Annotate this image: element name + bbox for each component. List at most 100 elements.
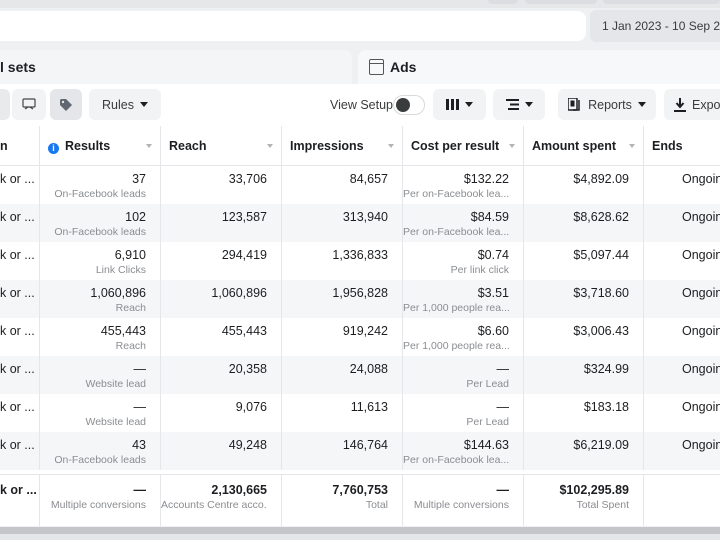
column-header-impressions[interactable]: Impressions (282, 126, 403, 166)
totals-spent-cell: $102,295.89 Total Spent (524, 475, 644, 526)
name-value[interactable]: k or ... (0, 248, 39, 262)
name-value[interactable]: k or ... (0, 324, 39, 338)
tab-ad-sets[interactable]: l sets (0, 50, 352, 84)
table-row[interactable]: k or ... — Website lead 20,358 24,088 — Per Le… (0, 356, 720, 394)
search-input[interactable] (0, 11, 586, 41)
cpr-value: $144.63 (463, 438, 509, 452)
cell-impressions: 24,088 (282, 356, 403, 394)
breakdown-button[interactable] (493, 89, 545, 120)
results-value: — (133, 362, 147, 376)
cell-name: k or ... (0, 166, 40, 204)
impressions-value: 1,956,828 (332, 286, 388, 300)
reach-value: 9,076 (235, 400, 267, 414)
tag-icon (60, 98, 72, 111)
cell-ends: Ongoin (644, 280, 720, 318)
cell-ends: Ongoin (644, 356, 720, 394)
cell-ends: Ongoin (644, 432, 720, 470)
cell-ends: Ongoin (644, 318, 720, 356)
chevron-down-icon (637, 102, 646, 107)
name-value[interactable]: k or ... (0, 210, 39, 224)
results-sub: Reach (115, 340, 146, 352)
sort-caret-icon[interactable] (629, 144, 635, 148)
info-icon[interactable]: i (48, 143, 59, 154)
chevron-down-icon (139, 102, 148, 107)
cpr-value: $3.51 (477, 286, 509, 300)
cell-reach: 1,060,896 (161, 280, 282, 318)
results-sub: On-Facebook leads (54, 454, 146, 466)
cell-spent: $5,097.44 (524, 242, 644, 280)
cpr-value: — (496, 400, 510, 414)
cell-spent: $183.18 (524, 394, 644, 432)
spent-value: $3,718.60 (573, 286, 629, 300)
table-row[interactable]: k or ... 37 On-Facebook leads 33,706 84,657 $… (0, 166, 720, 204)
name-value[interactable]: k or ... (0, 286, 39, 300)
cpr-sub: Per link click (450, 264, 509, 276)
impressions-value: 919,242 (342, 324, 388, 338)
horizontal-scrollbar[interactable] (0, 527, 720, 534)
totals-cpr: — (496, 483, 510, 497)
reach-value: 1,060,896 (211, 286, 267, 300)
spent-value: $5,097.44 (573, 248, 629, 262)
totals-spent-sub: Total Spent (576, 499, 629, 511)
sort-caret-icon[interactable] (267, 144, 273, 148)
name-value[interactable]: k or ... (0, 362, 39, 376)
view-setup-label: View Setup (330, 98, 394, 112)
sort-caret-icon[interactable] (509, 144, 515, 148)
columns-icon (446, 99, 459, 110)
rules-button[interactable]: Rules (89, 89, 161, 120)
cpr-sub: Per on-Facebook lea... (403, 188, 509, 200)
table-row[interactable]: k or ... 6,910 Link Clicks 294,419 1,336,833… (0, 242, 720, 280)
table-row[interactable]: k or ... — Website lead 9,076 11,613 — Per Lea… (0, 394, 720, 432)
view-setup-toggle[interactable] (393, 95, 425, 115)
sort-caret-icon[interactable] (146, 144, 152, 148)
cell-results: 1,060,896 Reach (40, 280, 161, 318)
results-sub: Link Clicks (95, 264, 146, 276)
results-value: 455,443 (100, 324, 146, 338)
tab-ads[interactable]: Ads (358, 50, 720, 84)
column-header-amount-spent[interactable]: Amount spent (524, 126, 644, 166)
table-row[interactable]: k or ... 43 On-Facebook leads 49,248 146,764… (0, 432, 720, 470)
table-row[interactable]: k or ... 455,443 Reach 455,443 919,242 $6.60 P… (0, 318, 720, 356)
cell-reach: 294,419 (161, 242, 282, 280)
name-value[interactable]: k or ... (0, 400, 39, 414)
columns-button[interactable] (433, 89, 486, 120)
export-button[interactable]: Expo (664, 89, 720, 120)
reach-value: 455,443 (221, 324, 267, 338)
date-range-button[interactable]: 1 Jan 2023 - 10 Sep 20 (590, 10, 720, 42)
ab-test-button[interactable] (12, 89, 46, 120)
spent-value: $4,892.09 (573, 172, 629, 186)
toolbar-button-partial[interactable] (0, 89, 10, 120)
reports-icon (568, 98, 580, 111)
spent-value: $183.18 (583, 400, 629, 414)
download-icon (674, 97, 686, 112)
tags-button[interactable] (50, 89, 82, 120)
spent-value: $3,006.43 (573, 324, 629, 338)
top-strip (0, 0, 720, 8)
reach-value: 294,419 (221, 248, 267, 262)
table-row[interactable]: k or ... 1,060,896 Reach 1,060,896 1,956,828… (0, 280, 720, 318)
name-value[interactable]: k or ... (0, 172, 39, 186)
totals-reach-cell: 2,130,665 Accounts Centre acco... (161, 475, 282, 526)
sort-caret-icon[interactable] (388, 144, 394, 148)
cell-results: — Website lead (40, 394, 161, 432)
name-value[interactable]: k or ... (0, 438, 39, 452)
column-header-name[interactable]: n (0, 126, 40, 166)
table-row[interactable]: k or ... 102 On-Facebook leads 123,587 313,9… (0, 204, 720, 242)
results-sub: On-Facebook leads (54, 226, 146, 238)
column-header-label: Ends (652, 139, 683, 153)
cell-name: k or ... (0, 242, 40, 280)
column-header-cost-per-result[interactable]: Cost per result (403, 126, 524, 166)
cell-cpr: — Per Lead (403, 356, 524, 394)
results-value: 1,060,896 (90, 286, 146, 300)
cell-spent: $3,006.43 (524, 318, 644, 356)
ends-value: Ongoin (682, 324, 720, 338)
reports-button[interactable]: Reports (558, 89, 656, 120)
impressions-value: 146,764 (342, 438, 388, 452)
column-header-reach[interactable]: Reach (161, 126, 282, 166)
ab-test-icon (22, 98, 36, 110)
cell-cpr: — Per Lead (403, 394, 524, 432)
column-header-results[interactable]: i Results (40, 126, 161, 166)
cell-reach: 20,358 (161, 356, 282, 394)
column-header-ends[interactable]: Ends (644, 126, 720, 166)
cell-name: k or ... (0, 280, 40, 318)
